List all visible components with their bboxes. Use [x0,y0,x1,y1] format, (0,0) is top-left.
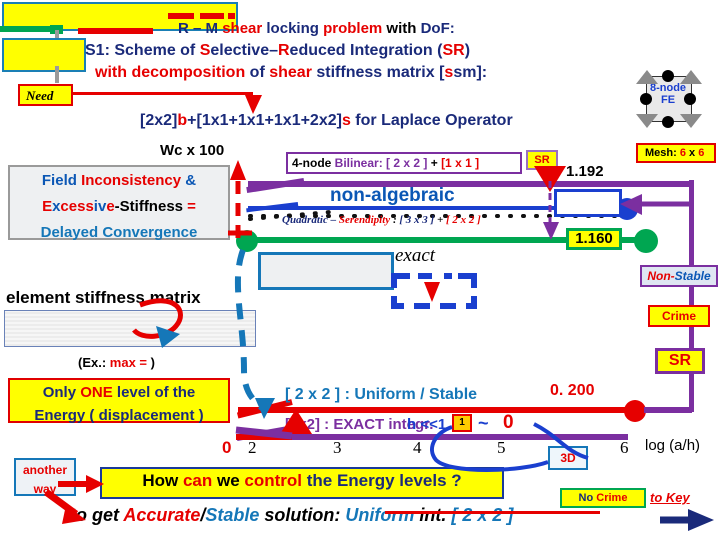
sr-badge-right: SR [655,348,705,374]
series-line-uniform [238,407,628,413]
series-endpoint-uniform [624,400,646,422]
empty-placeholder-box [258,252,394,290]
x-tick-6: 6 [620,438,629,457]
fe-node-bottom [662,116,674,128]
title-line-4: [2x2]b+[1x1+1x1+1x1+2x2]s for Laplace Op… [140,112,513,129]
another-way-line-1: another [22,463,67,477]
only-one-line-1: Only ONE level of the [42,384,196,401]
another-way-badge: another way [14,458,76,496]
cube-3d-icon: 1 [452,414,472,432]
three-d-badge: 3D [548,446,588,470]
fe-corner-triangle-br [680,114,702,128]
fe-label: 8-node FE [649,82,687,106]
fe-node-top [662,70,674,82]
three-d-badge-label: 3D [560,451,576,465]
non-algebraic-annotation: non-algebraic [330,185,455,206]
no-crime-badge: No Crime [560,488,646,508]
stiffness-max-note: (Ex.: max = ) [78,355,155,370]
stiffness-matrix-title: element stiffness matrix [6,288,201,307]
another-way-line-2: way [33,482,57,496]
x-tick-3: 3 [333,438,342,457]
red-dash-2 [200,13,224,19]
x-tick-4: 4 [413,438,422,457]
to-get-conclusion: to get Accurate/Stable solution: Uniform… [70,505,514,525]
series-line-exact-integr [238,434,628,440]
fe-node-right [684,93,696,105]
connector-stem-bottom [55,66,59,83]
serendipity-legend-label: Quadratic – Serendipity : [ 3 x 3 ] + [ … [282,214,481,226]
value-label-0200: 0. 200 [550,382,595,399]
series-line-bilinear-tail [554,181,689,187]
need-arrow-line [73,92,253,95]
mesh-label: Mesh: 6 x 6 [645,147,705,159]
fe-node-left [640,93,652,105]
bilinear-legend-label: 4-node Bilinear: [ 2 x 2 ] + [1 x 1 ] [292,156,480,170]
fe-corner-triangle-tl [636,70,658,84]
value-label-1160: 1.160 [566,228,622,250]
need-label: Need [26,88,54,103]
non-stable-badge: Non-Stable [640,265,718,287]
fe-corner-triangle-tr [680,70,702,84]
value-label-1192: 1.192 [566,163,604,180]
title-line-2: S1: Scheme of Selective–Reduced Integrat… [85,42,471,59]
axis-origin-label: 0 [222,438,232,457]
only-one-line-2: Energy ( displacement ) [34,407,204,424]
field-line-3: Delayed Convergence [40,224,198,241]
title-line-1: R – M shear locking problem with DoF: [178,20,455,37]
dashed-box-corner-tl [391,273,410,288]
red-dash-3 [228,13,235,19]
title-line-3: with decomposition of shear stiffness ma… [95,64,488,81]
uniform-stable-label: [ 2 x 2 ] : Uniform / Stable [285,386,478,403]
series-line-exact [248,237,568,243]
dashed-box-corner-br [466,296,477,309]
highlight-rect-blue [554,189,622,217]
right-flow-line [689,180,694,412]
how-control-label: How can we control the Energy levels ? [142,471,462,490]
only-one-level-box: Only ONE level of the Energy ( displacem… [8,378,230,424]
mesh-badge: Mesh: 6 x 6 [636,143,716,163]
sr-badge-chart: SR [526,150,558,170]
field-line-2: Excessive-Stiffness = [42,198,196,215]
series-endpoint-exact [634,229,658,253]
non-stable-label: Non-Stable [647,269,711,283]
value-1160-text: 1.160 [575,230,613,247]
crime-badge: Crime [648,305,710,327]
eight-node-fe-diagram: 8-node FE [632,68,702,130]
series-start-exact [236,230,258,252]
how-control-question-box: How can we control the Energy levels ? [100,467,504,499]
crime-label: Crime [661,309,696,323]
second-yellow-box [2,38,86,72]
chart-y-axis-title: Wc x 100 [160,142,225,159]
field-line-1: Field Inconsistency & [41,172,197,189]
red-dash-1 [168,13,194,19]
exact-annotation: exact [395,245,436,266]
bilinear-legend-box: 4-node Bilinear: [ 2 x 2 ] + [1 x 1 ] [286,152,522,174]
series-tail-uniform-purple [644,407,692,413]
need-badge: Need [18,84,73,106]
red-accent-bar [78,28,153,34]
near-zero-label: 0 [503,412,514,433]
red-up-arrowhead-icon [230,160,246,180]
x-axis-label: log (a/h) [645,437,701,454]
no-crime-label: No Crime [578,492,628,504]
sr-badge-right-label: SR [668,352,692,369]
h-small-label: h <<1 [407,416,447,433]
field-inconsistency-panel: Field Inconsistency & Excessive-Stiffnes… [8,165,230,241]
to-key-link[interactable]: to Key [650,490,690,505]
sr-badge-chart-label: SR [534,154,550,166]
x-tick-5: 5 [497,438,506,457]
no-crime-underline [385,511,600,514]
dashed-box-corner-tr [458,273,477,288]
tilde-symbol: ~ [478,413,489,433]
dashed-box-corner-bl [391,296,404,309]
cube-icon-label: 1 [459,417,465,428]
stiffness-matrix-image [4,310,256,347]
fe-corner-triangle-bl [636,114,658,128]
x-tick-2: 2 [248,438,257,457]
to-key-arrowhead-icon [688,509,714,531]
red-down-arrowhead-icon [424,282,440,302]
axis-origin-stub [236,434,292,440]
